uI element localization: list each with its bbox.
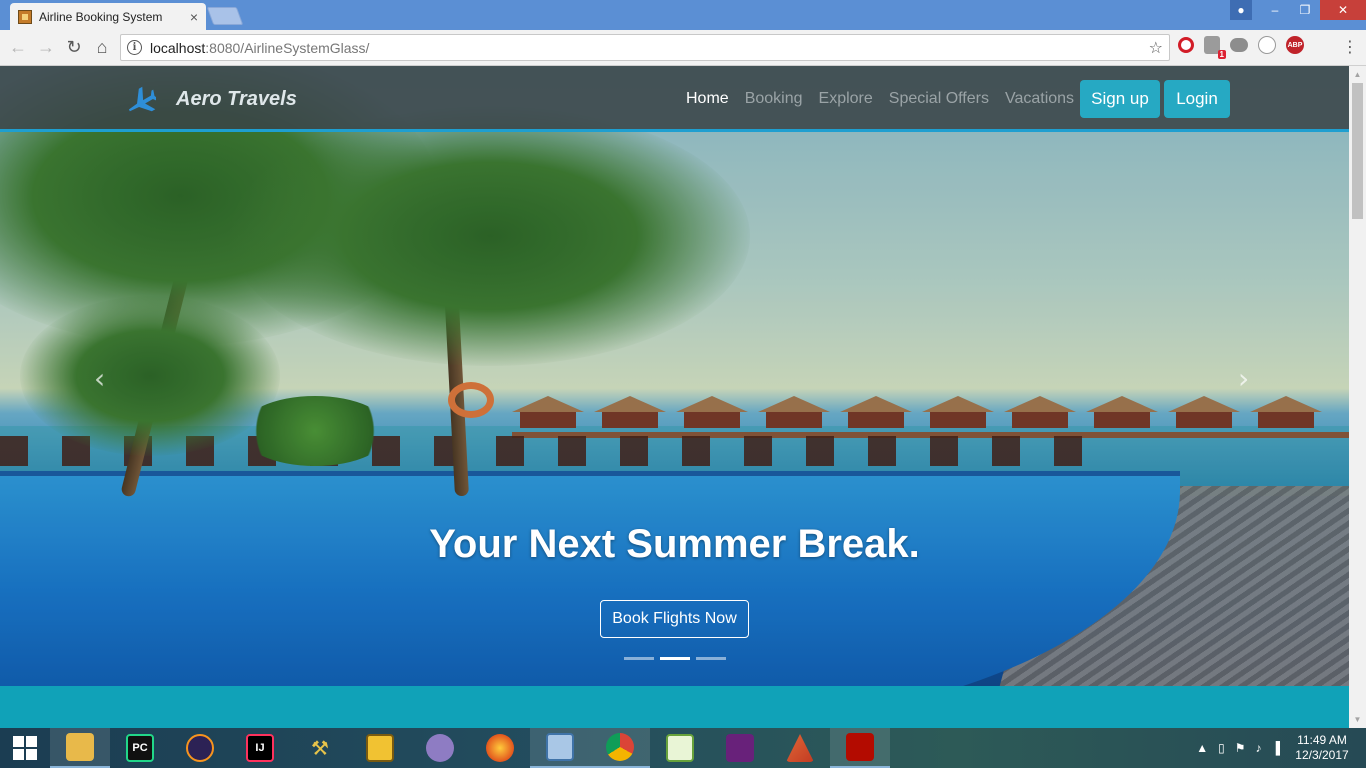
carousel-next-icon[interactable]: ›	[1238, 362, 1249, 395]
chevron-up-icon[interactable]: ▲	[1196, 741, 1208, 755]
nav-link-vacations[interactable]: Vacations	[1005, 86, 1074, 112]
matlab-icon	[786, 734, 814, 762]
carousel-prev-icon[interactable]: ‹	[94, 362, 105, 395]
close-window-icon[interactable]: ✕	[1320, 0, 1366, 20]
nav-link-special-offers[interactable]: Special Offers	[889, 86, 989, 112]
clock-time: 11:49 AM	[1297, 733, 1347, 747]
extensions: 1 ABP	[1178, 36, 1304, 59]
acrobat-icon	[846, 733, 874, 761]
eclipse-app[interactable]	[170, 728, 230, 768]
notepad-plus-icon	[666, 734, 694, 762]
hero-headline: Your Next Summer Break.	[429, 522, 920, 566]
sign-up-button[interactable]: Sign up	[1080, 80, 1160, 118]
matlab-app[interactable]	[770, 728, 830, 768]
scroll-up-icon[interactable]: ▲	[1349, 66, 1366, 83]
user-profile-icon[interactable]: ●	[1230, 0, 1252, 20]
back-icon[interactable]: ←	[4, 34, 32, 62]
pycharm-icon: PC	[126, 734, 154, 762]
chrome-app[interactable]	[590, 728, 650, 768]
nav-link-explore[interactable]: Explore	[819, 86, 873, 112]
url-text: localhost:8080/AirlineSystemGlass/	[150, 39, 370, 56]
virtualbox-icon	[546, 733, 574, 761]
firefox-icon	[486, 734, 514, 762]
tools-icon: ⚒	[311, 737, 329, 760]
wifi-icon[interactable]: ▐	[1271, 741, 1280, 755]
acrobat-app[interactable]	[830, 728, 890, 768]
notepad-plus-app[interactable]	[650, 728, 710, 768]
main-nav: Home Booking Explore Special Offers Vacation…	[686, 86, 1074, 112]
pycharm-app[interactable]: PC	[110, 728, 170, 768]
page-scrollbar[interactable]: ▲ ▼	[1349, 66, 1366, 728]
windows-icon	[13, 736, 37, 760]
carousel-indicator[interactable]	[660, 657, 690, 660]
device-icon[interactable]: ▯	[1218, 741, 1225, 755]
hero-carousel: ‹ › Your Next Summer Break. Book Flights…	[0, 66, 1349, 728]
tab-title: Airline Booking System	[39, 10, 163, 24]
reload-icon[interactable]: ↻	[60, 34, 88, 62]
virtualbox-app[interactable]	[530, 728, 590, 768]
minimize-icon[interactable]: –	[1260, 0, 1290, 20]
carousel-indicators	[624, 657, 726, 660]
browser-menu-icon[interactable]: ⋮	[1342, 37, 1358, 57]
airplane-icon	[128, 86, 156, 112]
restore-icon[interactable]: ❐	[1290, 0, 1320, 20]
login-button[interactable]: Login	[1164, 80, 1230, 118]
intellij-icon: IJ	[246, 734, 274, 762]
visual-studio-icon	[726, 734, 754, 762]
new-tab-button[interactable]	[206, 7, 244, 25]
info-icon[interactable]: i	[127, 40, 142, 55]
scroll-thumb[interactable]	[1352, 83, 1363, 219]
arc-icon	[426, 734, 454, 762]
firefox-app[interactable]	[470, 728, 530, 768]
window-controls: ● – ❐ ✕	[1230, 0, 1366, 20]
scroll-down-icon[interactable]: ▼	[1349, 711, 1366, 728]
carousel-indicator[interactable]	[696, 657, 726, 660]
eclipse-icon	[186, 734, 214, 762]
adblock-icon[interactable]: ABP	[1286, 36, 1304, 54]
arc-app[interactable]	[410, 728, 470, 768]
book-flights-button[interactable]: Book Flights Now	[600, 600, 749, 638]
dots-extension-icon[interactable]	[1258, 36, 1276, 54]
forward-icon[interactable]: →	[32, 34, 60, 62]
tab-close-icon[interactable]: ×	[190, 10, 198, 24]
tools-app[interactable]: ⚒	[290, 728, 350, 768]
archive-icon	[366, 734, 394, 762]
chrome-icon	[606, 733, 634, 761]
site-navbar: Aero Travels Home Booking Explore Special O…	[0, 66, 1349, 132]
visual-studio-app[interactable]	[710, 728, 770, 768]
clock[interactable]: 11:49 AM 12/3/2017	[1290, 733, 1354, 763]
brand-name: Aero Travels	[176, 87, 297, 110]
folder-icon	[66, 733, 94, 761]
nav-link-home[interactable]: Home	[686, 86, 729, 112]
volume-icon[interactable]: ♪	[1255, 741, 1261, 755]
clock-date: 12/3/2017	[1295, 748, 1349, 762]
home-icon[interactable]: ⌂	[88, 34, 116, 62]
taskbar: PC IJ ⚒ ▲ ▯ ⚑ ♪ ▐ 11:49 AM 12/3/2017	[0, 728, 1366, 768]
brand[interactable]: Aero Travels	[122, 82, 297, 116]
browser-titlebar: Airline Booking System × ● – ❐ ✕	[0, 0, 1366, 31]
section-band	[0, 686, 1349, 728]
bookmark-star-icon[interactable]: ☆	[1149, 38, 1163, 58]
opera-extension-icon[interactable]	[1178, 37, 1194, 53]
file-explorer-app[interactable]	[50, 728, 110, 768]
nav-link-booking[interactable]: Booking	[745, 86, 803, 112]
start-button[interactable]	[0, 728, 50, 768]
carousel-indicator[interactable]	[624, 657, 654, 660]
archive-app[interactable]	[350, 728, 410, 768]
browser-tab[interactable]: Airline Booking System ×	[10, 3, 206, 31]
cloud-extension-icon[interactable]	[1230, 38, 1248, 52]
system-tray: ▲ ▯ ⚑ ♪ ▐ 11:49 AM 12/3/2017	[1196, 728, 1366, 768]
browser-toolbar: ← → ↻ ⌂ i localhost:8080/AirlineSystemGl…	[0, 30, 1366, 66]
taskbar-apps: PC IJ ⚒	[50, 728, 890, 768]
network-icon[interactable]: ⚑	[1235, 741, 1246, 755]
favicon-icon	[18, 10, 32, 24]
shield-extension-icon[interactable]: 1	[1204, 36, 1226, 59]
address-bar[interactable]: i localhost:8080/AirlineSystemGlass/ ☆	[120, 34, 1170, 61]
page-viewport: ‹ › Your Next Summer Break. Book Flights…	[0, 66, 1349, 728]
intellij-app[interactable]: IJ	[230, 728, 290, 768]
